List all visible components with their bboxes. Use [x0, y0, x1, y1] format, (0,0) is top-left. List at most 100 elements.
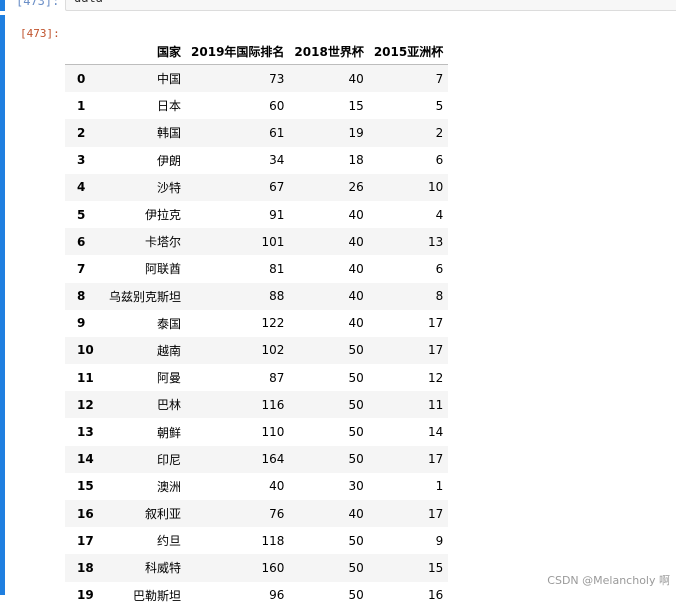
table-cell: 17 [427, 343, 444, 358]
table-cell: 96 [269, 588, 285, 603]
table-cell: 巴林 [157, 398, 182, 413]
table-cell: 81 [269, 261, 285, 276]
table-cell: 50 [348, 560, 364, 575]
table-cell: 13 [427, 234, 444, 249]
table-cell: 17 [427, 316, 444, 331]
table-row: 8 乌兹别克斯坦 88 40 8 [65, 282, 449, 310]
table-cell: 102 [261, 343, 285, 358]
table-cell: 印尼 [157, 452, 182, 467]
table-row: 4 沙特 67 26 10 [65, 173, 449, 201]
table-cell: 76 [269, 506, 285, 521]
row-index: 9 [77, 316, 86, 331]
table-cell: 6 [435, 261, 444, 276]
table-cell: 40 [348, 289, 364, 304]
table-cell: 约旦 [157, 534, 182, 549]
table-row: 17 约旦 118 50 9 [65, 527, 449, 555]
table-cell: 沙特 [157, 180, 182, 195]
table-cell: 14 [427, 425, 444, 440]
table-row: 12 巴林 116 50 11 [65, 391, 449, 419]
row-index: 10 [77, 343, 94, 358]
table-row: 16 叙利亚 76 40 17 [65, 500, 449, 528]
table-cell: 67 [269, 180, 285, 195]
table-cell: 巴勒斯坦 [133, 588, 182, 603]
table-row: 1 日本 60 15 5 [65, 92, 449, 120]
table-cell: 50 [348, 452, 364, 467]
table-cell: 91 [269, 207, 285, 222]
table-cell: 卡塔尔 [145, 235, 182, 250]
input-prompt: [473]: [16, 0, 60, 8]
table-cell: 阿曼 [157, 371, 182, 386]
table-cell: 15 [427, 560, 444, 575]
table-cell: 61 [269, 125, 285, 140]
table-cell: 122 [261, 316, 285, 331]
table-row: 9 泰国 122 40 17 [65, 309, 449, 337]
row-index: 2 [77, 125, 86, 140]
table-cell: 40 [348, 316, 364, 331]
table-cell: 50 [348, 397, 364, 412]
table-cell: 40 [269, 479, 285, 494]
row-index: 14 [77, 452, 94, 467]
table-cell: 伊朗 [157, 153, 182, 168]
table-cell: 160 [261, 560, 285, 575]
table-cell: 34 [269, 153, 285, 168]
table-cell: 科威特 [145, 561, 182, 576]
output-cell[interactable]: [473]: 国家 2019年国际排名 2018世界杯 2015亚洲杯 0 中国 7… [0, 15, 676, 609]
table-cell: 40 [348, 71, 364, 86]
cell-selection-bar [0, 15, 5, 595]
table-cell: 阿联酋 [145, 262, 182, 277]
watermark: CSDN @Melancholy 啊 [547, 574, 670, 587]
table-row: 10 越南 102 50 17 [65, 336, 449, 365]
table-cell: 澳洲 [157, 479, 182, 494]
table-cell: 50 [348, 588, 364, 603]
code-text: data [74, 0, 103, 5]
column-header: 2015亚洲杯 [368, 38, 449, 65]
row-index: 7 [77, 261, 86, 276]
table-header-row: 国家 2019年国际排名 2018世界杯 2015亚洲杯 [65, 38, 449, 65]
table-cell: 17 [427, 506, 444, 521]
table-cell: 19 [348, 125, 364, 140]
table-cell: 40 [348, 506, 364, 521]
table-cell: 5 [435, 98, 444, 113]
column-header: 国家 [104, 38, 187, 65]
table-cell: 87 [269, 370, 285, 385]
table-cell: 1 [435, 479, 444, 494]
code-input[interactable]: data [65, 0, 676, 11]
row-index: 16 [77, 506, 94, 521]
table-cell: 18 [348, 153, 364, 168]
table-cell: 朝鲜 [157, 425, 182, 440]
column-header: 2018世界杯 [289, 38, 369, 65]
table-cell: 叙利亚 [145, 507, 182, 522]
table-cell: 乌兹别克斯坦 [109, 289, 182, 304]
previous-code-cell[interactable]: [473]: data [0, 0, 676, 11]
table-cell: 4 [435, 207, 444, 222]
table-cell: 日本 [157, 99, 182, 114]
table-cell: 12 [427, 370, 444, 385]
table-cell: 2 [435, 125, 444, 140]
column-header: 2019年国际排名 [186, 38, 290, 65]
table-cell: 16 [427, 588, 444, 603]
table-cell: 110 [261, 425, 285, 440]
table-cell: 40 [348, 261, 364, 276]
index-header [65, 38, 104, 65]
row-index: 12 [77, 397, 94, 412]
table-row: 6 卡塔尔 101 40 13 [65, 228, 449, 256]
output-prompt: [473]: [20, 27, 60, 40]
table-cell: 73 [269, 71, 285, 86]
cell-selection-bar [0, 0, 5, 11]
row-index: 3 [77, 153, 86, 168]
table-cell: 伊拉克 [145, 208, 182, 223]
table-cell: 15 [348, 98, 364, 113]
table-row: 14 印尼 164 50 17 [65, 445, 449, 473]
row-index: 15 [77, 479, 94, 494]
table-cell: 9 [435, 533, 444, 548]
table-row: 0 中国 73 40 7 [65, 64, 449, 93]
table-cell: 26 [348, 180, 364, 195]
table-cell: 泰国 [157, 316, 182, 331]
table-row: 13 朝鲜 110 50 14 [65, 418, 449, 446]
table-row: 3 伊朗 34 18 6 [65, 146, 449, 174]
table-cell: 越南 [157, 343, 182, 358]
table-cell: 8 [435, 289, 444, 304]
row-index: 6 [77, 234, 86, 249]
table-cell: 40 [348, 234, 364, 249]
row-index: 5 [77, 207, 86, 222]
